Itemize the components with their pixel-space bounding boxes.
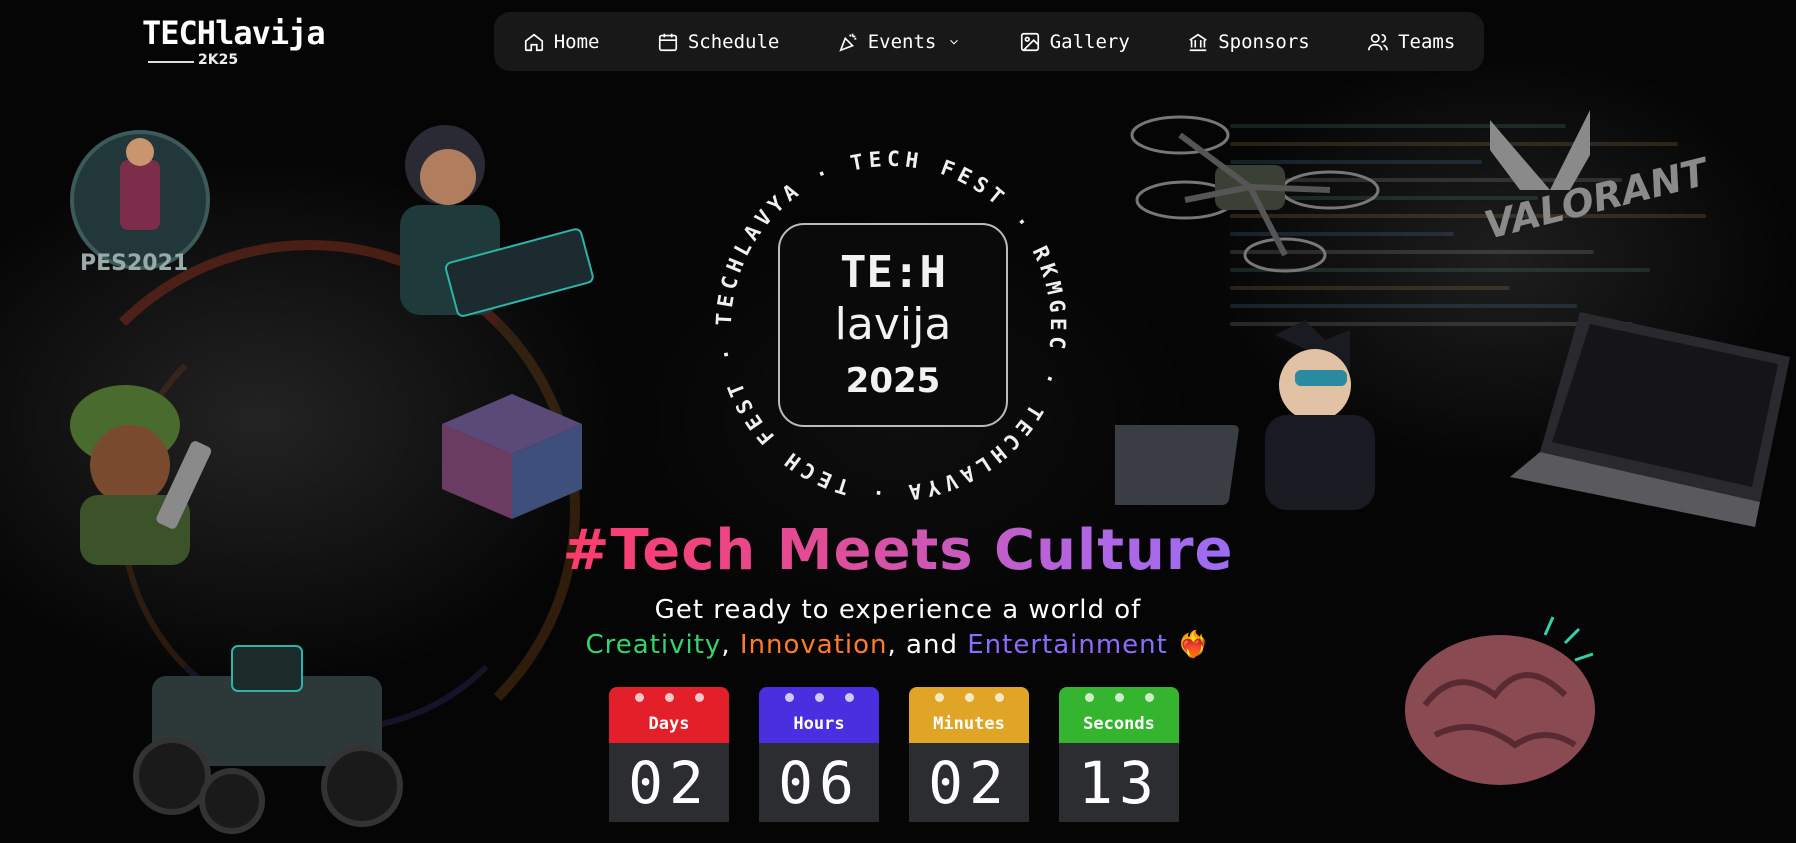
countdown-seconds-value: 13 [1059,743,1179,822]
nav-sponsors-label: Sponsors [1218,30,1310,53]
hacker-character [400,125,594,317]
nav-gallery-label: Gallery [1049,30,1130,53]
hero-tagline: #Tech Meets Culture [0,518,1796,583]
valorant-logo: VALORANT [1480,110,1712,280]
emblem-box: TE:H lavija 2025 [778,223,1008,427]
nav-home[interactable]: Home [523,30,600,53]
countdown-days-header: Days [609,687,729,743]
drone [1130,115,1380,273]
nav-teams-label: Teams [1398,30,1456,53]
separator: , and [887,630,968,660]
gallery-icon [1020,32,1039,51]
countdown-hours-label: Hours [793,714,845,734]
techlavya-emblem: TECHLAVYA · TECH FEST · RKMGEC · TECHLAV… [698,133,1084,519]
countdown-minutes-value: 02 [909,743,1029,822]
emblem-line1: TE:H [840,247,946,298]
countdown-days-value: 02 [609,743,729,822]
countdown-days: Days 02 [609,687,729,822]
home-icon [524,33,543,51]
countdown-minutes-label: Minutes [933,714,1005,734]
hero-subtitle-line1: Get ready to experience a world of [654,595,1142,625]
logo-underline [148,61,194,63]
word-creativity: Creativity [585,630,722,660]
site-logo[interactable]: TECHlavija 2K25 [142,14,326,72]
rubiks-cube [442,394,582,519]
pes-label: PES2021 [80,251,188,276]
separator: , [721,630,740,660]
word-entertainment: Entertainment [967,630,1168,660]
nav-sponsors[interactable]: Sponsors [1187,31,1310,53]
nav-home-label: Home [553,30,600,53]
nav-gallery[interactable]: Gallery [1019,31,1130,53]
main-navigation: Home Schedule Events Gallery Sponsors Te… [494,12,1484,71]
laptop-coder-character [1115,320,1375,510]
users-icon [1368,33,1389,50]
pes-football-sticker: PES2021 [70,130,210,276]
party-popper-icon [838,33,857,52]
countdown-hours: Hours 06 [759,687,879,822]
nav-teams[interactable]: Teams [1367,31,1455,53]
word-innovation: Innovation [739,630,888,660]
hero-subtitle-line2: Creativity, Innovation, and Entertainmen… [0,630,1796,660]
logo-text: TECHlavija [142,14,326,52]
nav-events[interactable]: Events [837,31,962,53]
nav-events-label: Events [867,30,937,53]
countdown-minutes: Minutes 02 [909,687,1029,822]
emblem-year: 2025 [845,361,941,401]
robot-car [133,645,403,834]
heart-on-fire-icon: ❤️‍🔥 [1177,630,1211,660]
countdown-days-label: Days [648,714,690,734]
countdown-seconds-header: Seconds [1059,687,1179,743]
emblem-line2: lavija [834,299,952,350]
countdown-seconds: Seconds 13 [1059,687,1179,822]
calendar-icon [658,33,677,51]
logo-subtext: 2K25 [198,52,239,68]
countdown-seconds-label: Seconds [1083,714,1155,734]
hero-tagline-text: #Tech Meets Culture [562,518,1234,583]
chevron-down-icon [950,39,959,44]
bank-icon [1189,33,1207,51]
countdown-hours-value: 06 [759,743,879,822]
nav-schedule-label: Schedule [687,30,780,53]
nav-schedule[interactable]: Schedule [657,30,780,53]
countdown-minutes-header: Minutes [909,687,1029,743]
countdown-hours-header: Hours [759,687,879,743]
